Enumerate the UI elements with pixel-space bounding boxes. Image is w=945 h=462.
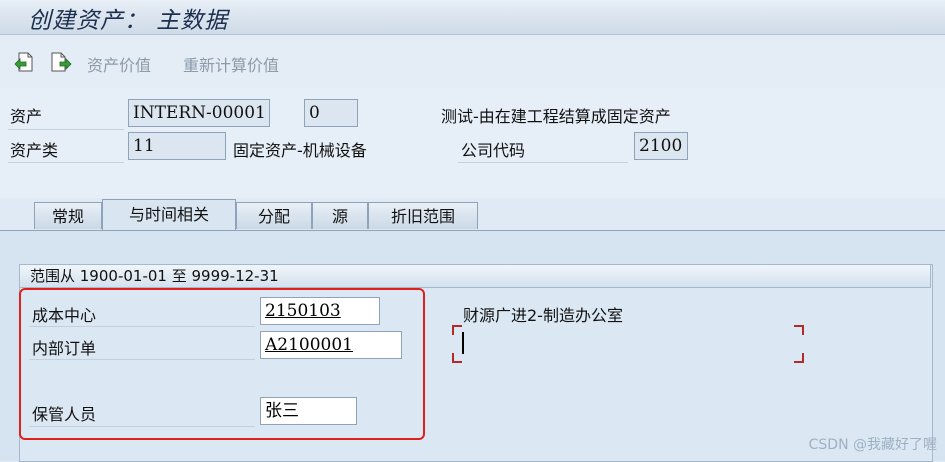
- field-corner-top-left: [452, 325, 462, 335]
- field-corner-bottom-right: [794, 353, 804, 363]
- recalculate-value-button[interactable]: 重新计算价值: [183, 52, 279, 76]
- tab-time-dependent[interactable]: 与时间相关: [102, 199, 236, 230]
- cost-center-description: 财源广进2-制造办公室: [463, 306, 623, 325]
- tab-general[interactable]: 常规: [34, 202, 102, 229]
- asset-value-button[interactable]: 资产价值: [87, 52, 151, 76]
- next-object-icon[interactable]: [50, 51, 72, 73]
- title-bar: 创建资产： 主数据: [0, 0, 945, 35]
- window-title: 创建资产： 主数据: [28, 8, 229, 34]
- asset-label: 资产: [10, 107, 43, 126]
- watermark: CSDN @我藏好了喔: [808, 437, 937, 453]
- tab-allocation-label: 分配: [257, 207, 290, 226]
- tab-allocation[interactable]: 分配: [236, 202, 312, 229]
- asset-class-field: 11: [128, 132, 226, 160]
- field-corner-top-right: [794, 325, 804, 335]
- tab-depreciation-areas[interactable]: 折旧范围: [368, 202, 478, 229]
- text-cursor: [462, 332, 464, 354]
- internal-order-description-field: [452, 325, 804, 363]
- tab-time-dependent-label: 与时间相关: [128, 205, 209, 224]
- company-code-label: 公司代码: [461, 141, 526, 160]
- tab-origin[interactable]: 源: [312, 202, 368, 229]
- previous-object-icon[interactable]: [13, 51, 35, 73]
- asset-subnumber-field: 0: [304, 99, 358, 127]
- company-code-field: 2100: [634, 132, 688, 160]
- tab-general-label: 常规: [51, 207, 84, 226]
- asset-number-field: INTERN-00001: [128, 99, 270, 127]
- application-toolbar: 资产价值 重新计算价值: [0, 36, 945, 89]
- asset-class-label: 资产类: [10, 141, 59, 160]
- highlight-annotation-box: [19, 288, 425, 440]
- tab-depreciation-areas-label: 折旧范围: [390, 207, 455, 226]
- tab-strip: 常规 与时间相关 分配 源 折旧范围: [0, 198, 945, 230]
- tab-origin-label: 源: [331, 207, 348, 226]
- asset-class-description: 固定资产-机械设备: [233, 141, 367, 160]
- asset-description: 测试-由在建工程结算成固定资产: [441, 107, 671, 126]
- field-corner-bottom-left: [452, 353, 462, 363]
- interval-group-title: 范围从 1900-01-01 至 9999-12-31: [19, 264, 931, 288]
